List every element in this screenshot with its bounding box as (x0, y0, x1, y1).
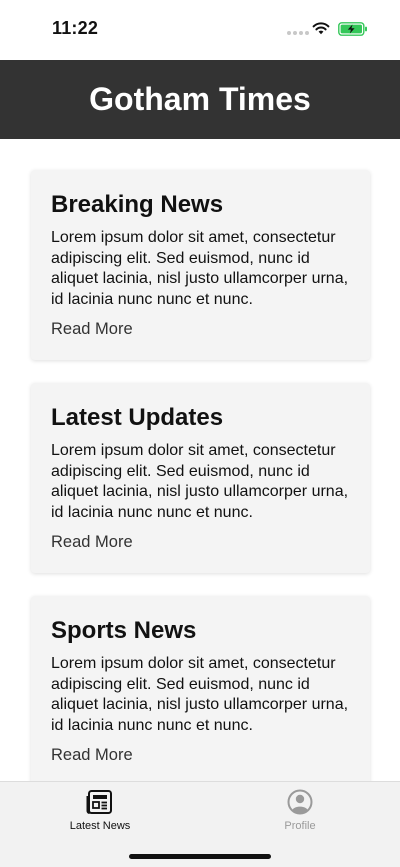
status-time: 11:22 (52, 18, 99, 38)
card-body: Lorem ipsum dolor sit amet, consectetur … (51, 442, 349, 521)
read-more-link[interactable]: Read More (51, 533, 133, 552)
card-title: Breaking News (51, 191, 224, 218)
newspaper-icon (86, 790, 112, 814)
tab-profile[interactable]: Profile (240, 788, 360, 836)
card-title: Latest Updates (51, 404, 224, 431)
tab-label: Latest News (69, 820, 131, 832)
news-card-sports: Sports News Lorem ipsum dolor sit amet, … (31, 596, 370, 781)
news-card-breaking: Breaking News Lorem ipsum dolor sit amet… (31, 170, 370, 360)
status-bar: 11:22 (0, 0, 400, 60)
home-indicator (129, 854, 271, 859)
news-card-latest: Latest Updates Lorem ipsum dolor sit ame… (31, 383, 370, 573)
battery-charging-icon (338, 22, 367, 36)
read-more-link[interactable]: Read More (51, 320, 133, 339)
tab-label: Profile (284, 820, 316, 832)
card-title: Sports News (51, 617, 197, 644)
app-header: Gotham Times (0, 60, 400, 139)
user-circle-icon (287, 789, 313, 815)
signal-dots-icon (287, 31, 309, 35)
news-feed[interactable]: Breaking News Lorem ipsum dolor sit amet… (0, 139, 400, 781)
card-body: Lorem ipsum dolor sit amet, consectetur … (51, 655, 349, 734)
app-title: Gotham Times (89, 81, 311, 117)
read-more-link[interactable]: Read More (51, 746, 133, 765)
app-screen: 11:22 Gotham Times Breaking News Lorem i… (0, 0, 400, 867)
card-body: Lorem ipsum dolor sit amet, consectetur … (51, 229, 349, 308)
wifi-icon (312, 22, 330, 35)
tab-latest-news[interactable]: Latest News (40, 788, 160, 836)
